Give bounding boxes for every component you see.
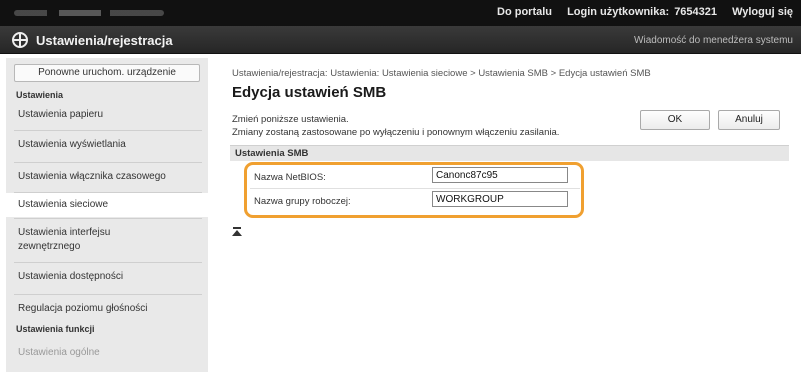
sidebar-section-functions: Ustawienia funkcji [16, 324, 95, 334]
sidebar-item-general[interactable]: Ustawienia ogólne [6, 346, 208, 362]
restart-device-button[interactable]: Ponowne uruchom. urządzenie [14, 64, 200, 82]
login-user-label: Login użytkownika: 7654321 [567, 6, 718, 18]
sidebar-divider [14, 294, 202, 295]
workgroup-name-label: Nazwa grupy roboczej: [254, 196, 351, 207]
sidebar: Ponowne uruchom. urządzenie Ustawienia U… [6, 58, 208, 372]
sidebar-item-display[interactable]: Ustawienia wyświetlania [6, 138, 208, 156]
sidebar-item-network[interactable]: Ustawienia sieciowe [6, 193, 208, 217]
sidebar-divider [14, 130, 202, 131]
sidebar-section-settings: Ustawienia [16, 90, 64, 100]
sidebar-divider [14, 218, 202, 219]
instruction-text: Zmień poniższe ustawienia. [232, 114, 349, 125]
smb-settings-header: Ustawienia SMB [230, 145, 789, 161]
sidebar-item-paper[interactable]: Ustawienia papieru [6, 108, 208, 126]
page-title: Edycja ustawień SMB [232, 84, 387, 101]
top-bar: Do portalu Login użytkownika: 7654321 Wy… [0, 0, 801, 26]
apply-note-text: Zmiany zostaną zastosowane po wyłączeniu… [232, 127, 560, 138]
sidebar-divider [14, 262, 202, 263]
back-to-top-icon[interactable] [232, 227, 242, 237]
netbios-name-input[interactable] [432, 167, 568, 183]
settings-icon [12, 32, 28, 48]
top-links: Do portalu Login użytkownika: 7654321 Wy… [485, 6, 793, 18]
row-divider [250, 188, 580, 189]
sidebar-item-volume[interactable]: Regulacja poziomu głośności [6, 302, 208, 320]
cancel-button[interactable]: Anuluj [718, 110, 780, 130]
sidebar-item-timer[interactable]: Ustawienia włącznika czasowego [6, 170, 208, 188]
breadcrumb: Ustawienia/rejestracja: Ustawienia: Usta… [232, 68, 651, 79]
ok-button[interactable]: OK [640, 110, 710, 130]
sidebar-item-external-interface[interactable]: Ustawienia interfejsu zewnętrznego [6, 226, 208, 256]
sidebar-divider [14, 162, 202, 163]
sidebar-item-accessibility[interactable]: Ustawienia dostępności [6, 270, 208, 288]
device-name-blurred [14, 10, 164, 16]
login-user-value: 7654321 [674, 6, 718, 18]
netbios-name-label: Nazwa NetBIOS: [254, 172, 326, 183]
admin-message-link[interactable]: Wiadomość do menedżera systemu [634, 35, 793, 46]
workgroup-name-input[interactable] [432, 191, 568, 207]
portal-link[interactable]: Do portalu [497, 6, 552, 18]
title-bar: Ustawienia/rejestracja Wiadomość do mene… [0, 26, 801, 54]
logout-link[interactable]: Wyloguj się [732, 6, 793, 18]
app-title: Ustawienia/rejestracja [36, 33, 173, 48]
